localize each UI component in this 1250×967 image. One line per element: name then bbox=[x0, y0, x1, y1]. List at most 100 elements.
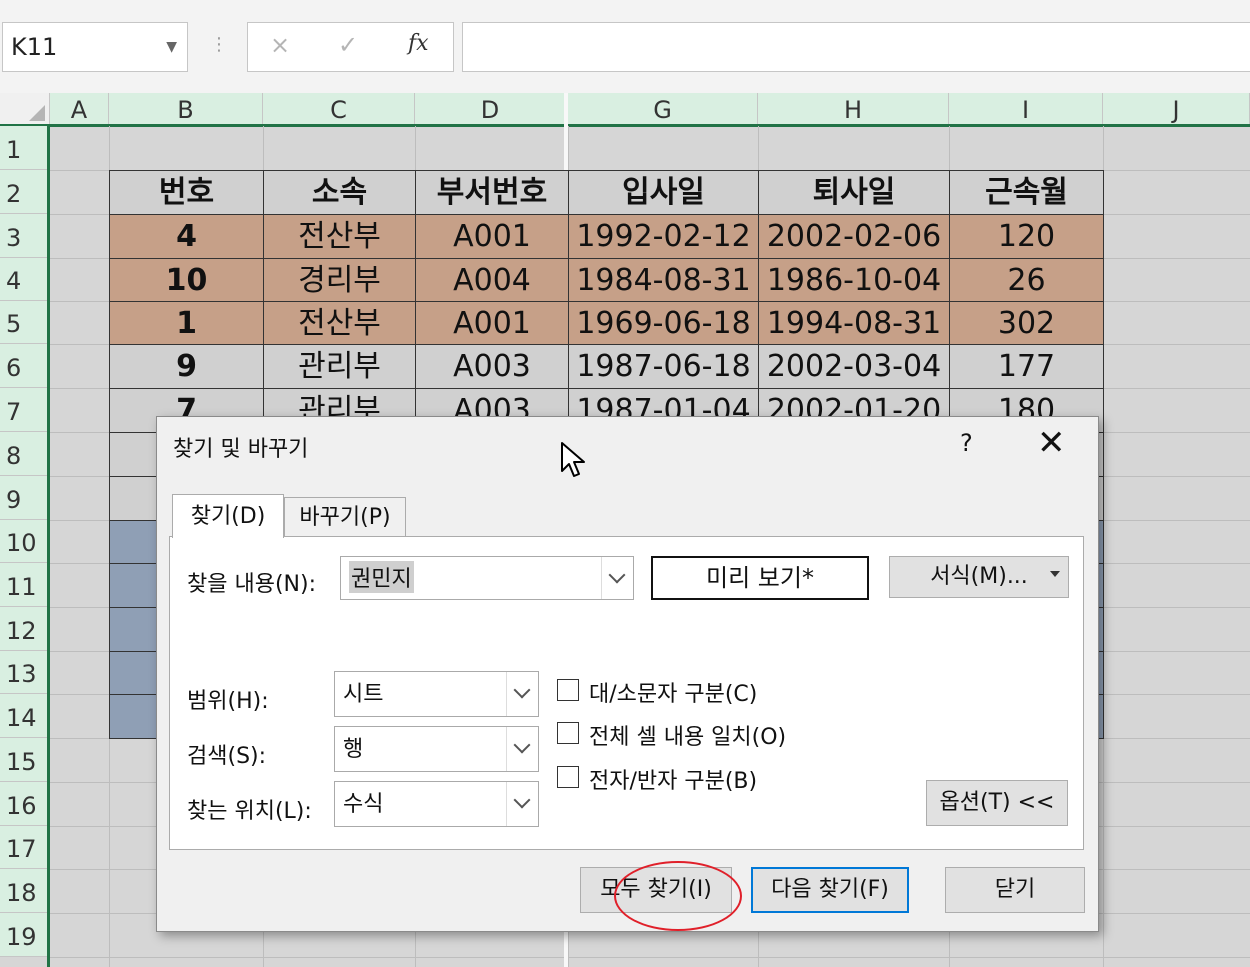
column-header-d[interactable]: D bbox=[415, 93, 566, 126]
find-next-button[interactable]: 다음 찾기(F) bbox=[751, 867, 909, 913]
enter-icon[interactable]: ✓ bbox=[338, 31, 358, 59]
format-button[interactable]: 서식(M)... bbox=[889, 556, 1069, 598]
table-cell[interactable]: 1994-08-31 bbox=[758, 301, 950, 345]
dialog-title: 찾기 및 바꾸기 bbox=[173, 437, 309, 462]
table-cell[interactable]: 전산부 bbox=[263, 301, 416, 345]
format-button-label: 서식(M)... bbox=[930, 564, 1028, 589]
scope-select[interactable]: 시트 bbox=[334, 671, 539, 717]
table-cell[interactable]: 302 bbox=[949, 301, 1104, 345]
table-cell[interactable]: 10 bbox=[109, 258, 264, 302]
table-cell[interactable]: A001 bbox=[415, 301, 569, 345]
table-cell[interactable]: 관리부 bbox=[263, 344, 416, 389]
table-cell[interactable]: 2002-03-04 bbox=[758, 344, 950, 389]
tab-find[interactable]: 찾기(D) bbox=[172, 494, 284, 538]
table-cell[interactable]: 1969-06-18 bbox=[568, 301, 759, 345]
row-header[interactable]: 7 bbox=[0, 388, 50, 432]
row-header[interactable]: 18 bbox=[0, 869, 50, 913]
row-header[interactable]: 13 bbox=[0, 651, 50, 694]
formula-input[interactable] bbox=[462, 22, 1250, 72]
table-cell[interactable]: 177 bbox=[949, 344, 1104, 389]
column-header-b[interactable]: B bbox=[109, 93, 263, 126]
match-entire-cell-label[interactable]: 전체 셀 내용 일치(O) bbox=[589, 719, 786, 751]
name-box-dropdown-icon[interactable]: ▼ bbox=[166, 39, 177, 55]
look-in-dropdown[interactable] bbox=[506, 782, 538, 826]
table-header-cell[interactable]: 근속월 bbox=[949, 170, 1104, 215]
table-cell[interactable]: 26 bbox=[949, 258, 1104, 302]
table-header-cell[interactable]: 입사일 bbox=[568, 170, 759, 215]
table-cell[interactable]: 120 bbox=[949, 214, 1104, 259]
column-header-g[interactable]: G bbox=[568, 93, 758, 126]
table-header-cell[interactable]: 번호 bbox=[109, 170, 264, 215]
match-case-label[interactable]: 대/소문자 구분(C) bbox=[589, 676, 757, 708]
row-header[interactable]: 12 bbox=[0, 607, 50, 651]
row-header[interactable]: 11 bbox=[0, 563, 50, 607]
close-icon[interactable]: ✕ bbox=[1037, 423, 1066, 463]
help-icon[interactable]: ? bbox=[960, 429, 973, 457]
row-header[interactable]: 16 bbox=[0, 782, 50, 826]
find-what-dropdown[interactable] bbox=[601, 557, 633, 599]
chevron-down-icon bbox=[513, 791, 531, 809]
cancel-icon[interactable]: × bbox=[270, 31, 290, 59]
table-cell[interactable]: 1984-08-31 bbox=[568, 258, 759, 302]
name-box[interactable]: K11 ▼ bbox=[2, 22, 188, 72]
table-header-cell[interactable]: 부서번호 bbox=[415, 170, 569, 215]
table-cell[interactable]: 1 bbox=[109, 301, 264, 345]
mouse-cursor-icon bbox=[561, 442, 585, 477]
find-what-field[interactable]: 권민지 bbox=[340, 556, 634, 600]
row-header-selection-line bbox=[47, 126, 50, 967]
table-cell[interactable]: 경리부 bbox=[263, 258, 416, 302]
options-button[interactable]: 옵션(T) << bbox=[926, 780, 1068, 826]
table-header-cell[interactable]: 퇴사일 bbox=[758, 170, 950, 215]
row-header[interactable]: 15 bbox=[0, 738, 50, 782]
column-header-a[interactable]: A bbox=[50, 93, 109, 126]
table-cell[interactable]: 전산부 bbox=[263, 214, 416, 259]
scope-value: 시트 bbox=[343, 682, 384, 707]
tab-replace[interactable]: 바꾸기(P) bbox=[284, 497, 406, 537]
table-cell[interactable]: A003 bbox=[415, 344, 569, 389]
table-cell[interactable]: A001 bbox=[415, 214, 569, 259]
row-header[interactable]: 3 bbox=[0, 214, 50, 258]
table-cell[interactable]: 9 bbox=[109, 344, 264, 389]
match-byte-checkbox[interactable] bbox=[557, 766, 579, 788]
row-header[interactable]: 2 bbox=[0, 170, 50, 214]
table-cell[interactable]: 2002-02-06 bbox=[758, 214, 950, 259]
column-header-i[interactable]: I bbox=[949, 93, 1103, 126]
search-dropdown[interactable] bbox=[506, 727, 538, 771]
row-header[interactable]: 1 bbox=[0, 126, 50, 170]
column-header-h[interactable]: H bbox=[758, 93, 949, 126]
gridline-horizontal bbox=[50, 957, 1250, 958]
look-in-select[interactable]: 수식 bbox=[334, 781, 539, 827]
scope-dropdown[interactable] bbox=[506, 672, 538, 716]
row-header[interactable]: 14 bbox=[0, 694, 50, 738]
search-value: 행 bbox=[343, 737, 364, 762]
row-header[interactable]: 10 bbox=[0, 520, 50, 563]
table-header-cell[interactable]: 소속 bbox=[263, 170, 416, 215]
search-select[interactable]: 행 bbox=[334, 726, 539, 772]
table-cell[interactable]: A004 bbox=[415, 258, 569, 302]
match-byte-label[interactable]: 전자/반자 구분(B) bbox=[589, 763, 757, 795]
chevron-down-icon bbox=[608, 566, 626, 584]
find-what-value: 권민지 bbox=[349, 561, 414, 593]
row-header[interactable]: 5 bbox=[0, 301, 50, 344]
formula-bar-grip-icon[interactable]: ⋮ bbox=[210, 34, 228, 55]
match-case-checkbox[interactable] bbox=[557, 679, 579, 701]
table-cell[interactable]: 4 bbox=[109, 214, 264, 259]
row-header[interactable]: 19 bbox=[0, 913, 50, 957]
row-header[interactable]: 8 bbox=[0, 432, 50, 476]
table-cell[interactable]: 1992-02-12 bbox=[568, 214, 759, 259]
table-cell[interactable]: 1987-06-18 bbox=[568, 344, 759, 389]
row-header[interactable]: 6 bbox=[0, 344, 50, 388]
formula-bar: K11 ▼ ⋮ × ✓ fx bbox=[0, 0, 1250, 93]
column-header-j[interactable]: J bbox=[1103, 93, 1250, 126]
column-header-c[interactable]: C bbox=[263, 93, 415, 126]
select-all-corner[interactable] bbox=[0, 93, 50, 126]
search-label: 검색(S): bbox=[187, 744, 267, 769]
insert-function-icon[interactable]: fx bbox=[408, 31, 429, 56]
row-header[interactable]: 9 bbox=[0, 476, 50, 520]
match-entire-cell-checkbox[interactable] bbox=[557, 722, 579, 744]
row-header[interactable]: 17 bbox=[0, 826, 50, 869]
table-cell[interactable]: 1986-10-04 bbox=[758, 258, 950, 302]
name-box-value: K11 bbox=[11, 33, 58, 61]
row-header[interactable]: 4 bbox=[0, 258, 50, 301]
close-button[interactable]: 닫기 bbox=[945, 867, 1085, 913]
